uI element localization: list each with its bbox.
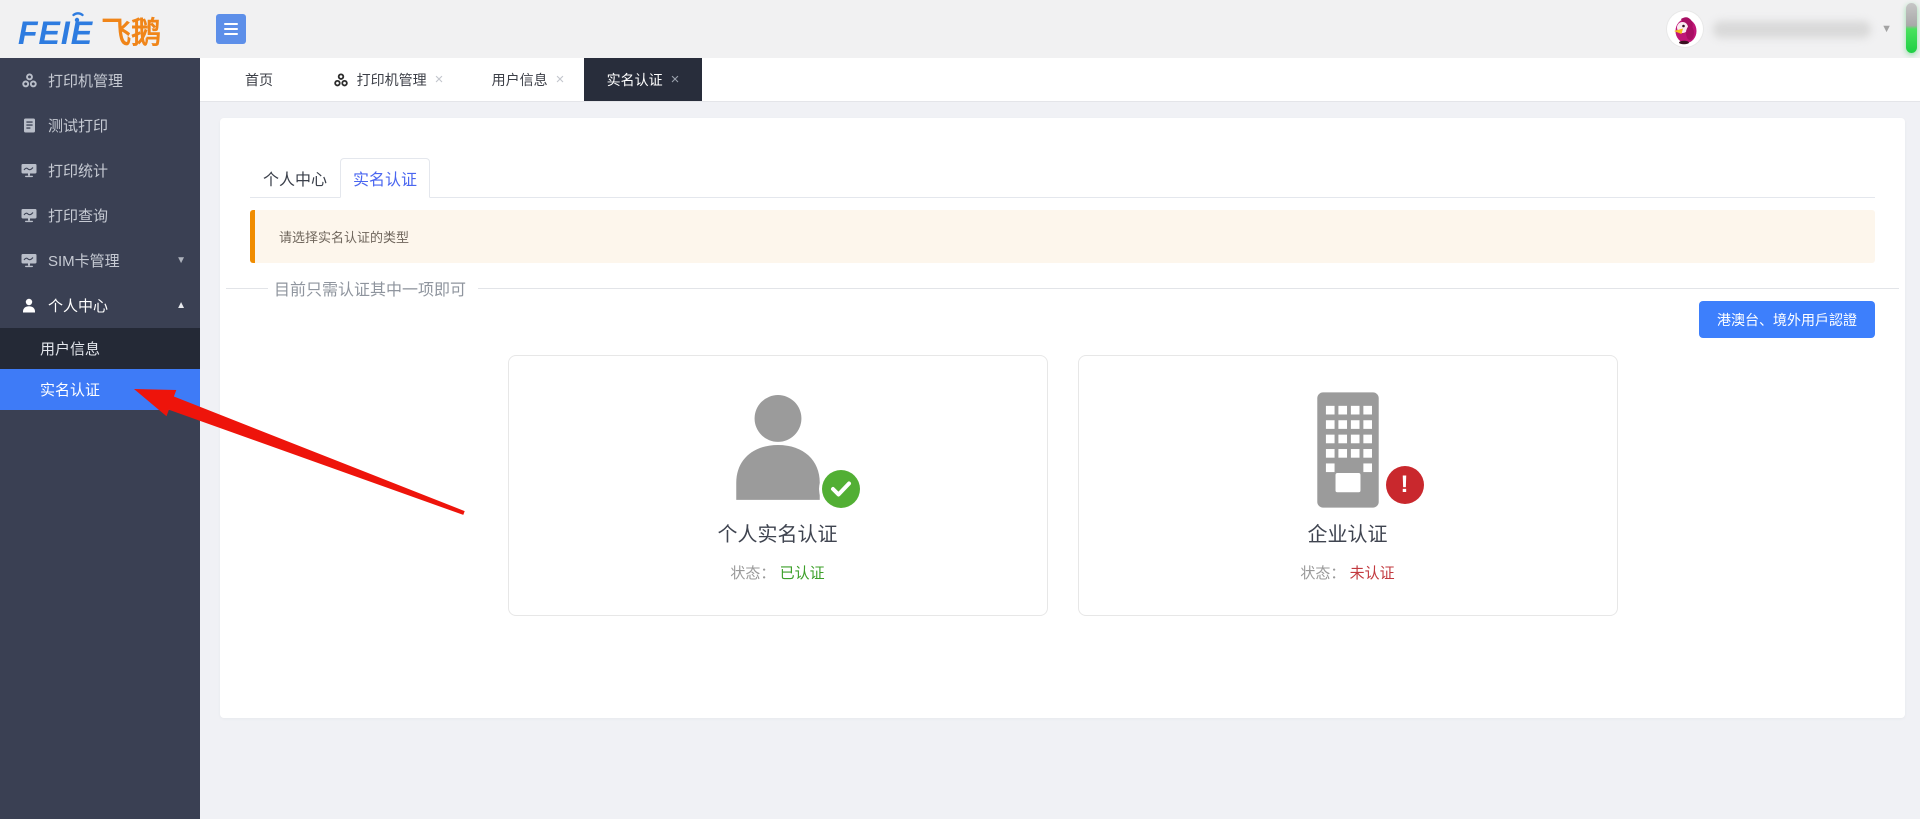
button-row: 港澳台、境外用戶認證 [250,301,1875,338]
close-icon[interactable]: × [671,71,680,88]
sidebar-item-label: 测试打印 [48,115,108,136]
sidebar-item-label: SIM卡管理 [48,250,120,271]
building-icon [1300,392,1396,508]
document-icon [20,118,38,134]
content-tabs: 个人中心 实名认证 [250,158,1875,198]
wifi-signal-icon [70,7,90,28]
auth-cards: 个人实名认证 状态： 已认证 [250,355,1875,616]
sidebar-subitem-label: 用户信息 [40,338,100,359]
tab-home[interactable]: 首页 [214,58,304,101]
sidebar-item-user-info[interactable]: 用户信息 [0,328,200,369]
divider-text: 目前只需认证其中一项即可 [274,276,466,300]
sidebar-nav: 打印机管理 测试打印 打印统 [0,58,200,819]
exclamation-icon: ! [1386,466,1424,504]
username-redacted [1713,21,1871,38]
caret-down-icon[interactable]: ▼ [1881,23,1892,35]
content-panel: 个人中心 实名认证 请选择实名认证的类型 目前只需认证其中一项即可 港澳台、境外… [220,118,1905,718]
card-title: 企业认证 [1308,518,1388,547]
main-content: 个人中心 实名认证 请选择实名认证的类型 目前只需认证其中一项即可 港澳台、境外… [200,102,1920,819]
user-menu[interactable]: ▼ [1667,0,1892,58]
tab-label: 实名认证 [607,70,663,90]
content-tab-realname-auth[interactable]: 实名认证 [340,158,430,198]
status-label: 状态： [730,565,775,582]
sidebar-item-label: 打印机管理 [48,70,123,91]
status-value: 已认证 [780,565,825,582]
section-divider: 目前只需认证其中一项即可 [226,277,1899,299]
monitor-icon [20,253,38,269]
tab-realname-auth[interactable]: 实名认证 × [584,58,702,101]
top-header: FEIE 飞鹅 [0,0,1920,58]
alert-text: 请选择实名认证的类型 [279,227,409,246]
sidebar-subitem-label: 实名认证 [40,379,100,400]
person-icon [722,392,834,504]
tab-label: 打印机管理 [357,70,427,90]
status-value: 未认证 [1350,565,1395,582]
tab-label: 用户信息 [492,70,548,90]
sidebar-item-label: 打印统计 [48,160,108,181]
card-status: 状态： 未认证 [1300,562,1394,583]
page-tabbar: 首页 打印机管理 × 用户信息 × 实名认证 × [200,58,1920,102]
monitor-icon [20,163,38,179]
status-label: 状态： [1300,565,1345,582]
avatar[interactable] [1667,11,1703,47]
printer-cluster-icon [333,73,349,87]
printer-cluster-icon [20,73,38,89]
sidebar-item-realname-auth[interactable]: 实名认证 [0,369,200,410]
card-title: 个人实名认证 [718,518,838,547]
sidebar-item-print-stats[interactable]: 打印统计 [0,148,200,193]
content-tab-label: 实名认证 [353,166,417,190]
feie-logo[interactable]: FEIE 飞鹅 [18,9,161,49]
check-icon [822,470,860,508]
tab-label: 首页 [245,70,273,90]
tab-printer-management[interactable]: 打印机管理 × [304,58,472,101]
sidebar-item-printer-management[interactable]: 打印机管理 [0,58,200,103]
logo-text-cn: 飞鹅 [101,19,161,49]
warning-alert: 请选择实名认证的类型 [250,210,1875,263]
enterprise-auth-card[interactable]: ! 企业认证 状态： 未认证 [1078,355,1618,616]
content-tab-personal-center[interactable]: 个人中心 [250,158,340,198]
card-status: 状态： 已认证 [730,562,824,583]
green-indicator-pill [1906,3,1917,53]
sidebar-item-personal-center[interactable]: 个人中心 ▲ [0,283,200,328]
sidebar-item-label: 个人中心 [48,295,108,316]
sidebar-item-test-print[interactable]: 测试打印 [0,103,200,148]
penguin-avatar-icon [1669,13,1701,45]
close-icon[interactable]: × [556,71,565,88]
app-window: FEIE 飞鹅 [0,0,1920,819]
tab-user-info[interactable]: 用户信息 × [472,58,584,101]
content-tab-label: 个人中心 [263,166,327,190]
chevron-down-icon[interactable]: ▼ [176,255,186,266]
sidebar-toggle-button[interactable] [216,14,246,44]
sidebar-item-sim-management[interactable]: SIM卡管理 ▼ [0,238,200,283]
chevron-up-icon[interactable]: ▲ [176,300,186,311]
user-icon [20,298,38,314]
sidebar-item-print-query[interactable]: 打印查询 [0,193,200,238]
monitor-icon [20,208,38,224]
sidebar-submenu: 用户信息 实名认证 [0,328,200,410]
personal-auth-card[interactable]: 个人实名认证 状态： 已认证 [508,355,1048,616]
overseas-auth-button[interactable]: 港澳台、境外用戶認證 [1699,301,1875,338]
sidebar-item-label: 打印查询 [48,205,108,226]
close-icon[interactable]: × [435,71,444,88]
